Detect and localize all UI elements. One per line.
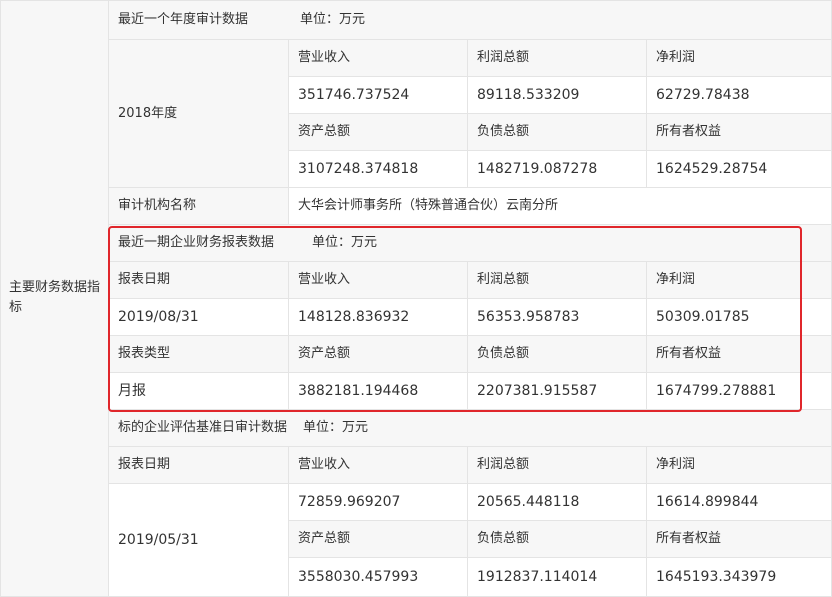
s1-header-total-assets: 资产总额 xyxy=(289,114,468,151)
s3-header-owners-equity: 所有者权益 xyxy=(647,521,832,558)
s3-date-label: 报表日期 xyxy=(109,447,289,484)
section3-unit: 单位：万元 xyxy=(303,420,369,435)
s1-header-net-profit: 净利润 xyxy=(647,40,832,77)
s3-header-total-assets: 资产总额 xyxy=(289,521,468,558)
s2-date-value: 2019/08/31 xyxy=(109,299,289,336)
s3-value-total-assets: 3558030.457993 xyxy=(289,558,468,597)
s2-type-label: 报表类型 xyxy=(109,336,289,373)
s3-value-owners-equity: 1645193.343979 xyxy=(647,558,832,597)
s2-header-total-profit: 利润总额 xyxy=(468,262,647,299)
s1-header-owners-equity: 所有者权益 xyxy=(647,114,832,151)
auditor-value: 大华会计师事务所（特殊普通合伙）云南分所 xyxy=(289,188,832,225)
s2-value-total-liabilities: 2207381.915587 xyxy=(468,373,647,410)
s3-value-total-liabilities: 1912837.114014 xyxy=(468,558,647,597)
s2-value-owners-equity: 1674799.278881 xyxy=(647,373,832,410)
section2-title: 最近一期企业财务报表数据 xyxy=(118,235,275,250)
s2-header-net-profit: 净利润 xyxy=(647,262,832,299)
s1-header-revenue: 营业收入 xyxy=(289,40,468,77)
s1-value-owners-equity: 1624529.28754 xyxy=(647,151,832,188)
section2-title-row: 最近一期企业财务报表数据 单位：万元 xyxy=(109,225,832,262)
s2-value-total-assets: 3882181.194468 xyxy=(289,373,468,410)
section1-title: 最近一个年度审计数据 xyxy=(118,11,249,27)
s1-header-total-liabilities: 负债总额 xyxy=(468,114,647,151)
auditor-label: 审计机构名称 xyxy=(109,188,289,225)
section3-title: 标的企业评估基准日审计数据 xyxy=(118,420,288,435)
s3-header-net-profit: 净利润 xyxy=(647,447,832,484)
s2-value-revenue: 148128.836932 xyxy=(289,299,468,336)
s3-date-value: 2019/05/31 xyxy=(109,484,289,597)
s3-value-net-profit: 16614.899844 xyxy=(647,484,832,521)
s1-value-total-liabilities: 1482719.087278 xyxy=(468,151,647,188)
s1-value-revenue: 351746.737524 xyxy=(289,77,468,114)
section1-unit: 单位：万元 xyxy=(300,11,366,27)
s3-header-revenue: 营业收入 xyxy=(289,447,468,484)
s3-value-revenue: 72859.969207 xyxy=(289,484,468,521)
s1-value-total-assets: 3107248.374818 xyxy=(289,151,468,188)
s2-value-net-profit: 50309.01785 xyxy=(647,299,832,336)
s3-header-total-profit: 利润总额 xyxy=(468,447,647,484)
s3-header-total-liabilities: 负债总额 xyxy=(468,521,647,558)
main-financial-indicators-label: 主要财务数据指标 xyxy=(0,0,109,597)
s1-value-total-profit: 89118.533209 xyxy=(468,77,647,114)
s2-header-total-liabilities: 负债总额 xyxy=(468,336,647,373)
s2-header-revenue: 营业收入 xyxy=(289,262,468,299)
s2-date-label: 报表日期 xyxy=(109,262,289,299)
s2-header-total-assets: 资产总额 xyxy=(289,336,468,373)
s1-value-net-profit: 62729.78438 xyxy=(647,77,832,114)
s2-value-total-profit: 56353.958783 xyxy=(468,299,647,336)
s1-header-total-profit: 利润总额 xyxy=(468,40,647,77)
section2-unit: 单位：万元 xyxy=(312,235,378,250)
section3-title-row: 标的企业评估基准日审计数据 单位：万元 xyxy=(109,410,832,447)
s2-header-owners-equity: 所有者权益 xyxy=(647,336,832,373)
section1-year: 2018年度 xyxy=(109,40,289,188)
s3-value-total-profit: 20565.448118 xyxy=(468,484,647,521)
section1-title-row: 最近一个年度审计数据 单位：万元 xyxy=(109,0,832,40)
s2-type-value: 月报 xyxy=(109,373,289,410)
